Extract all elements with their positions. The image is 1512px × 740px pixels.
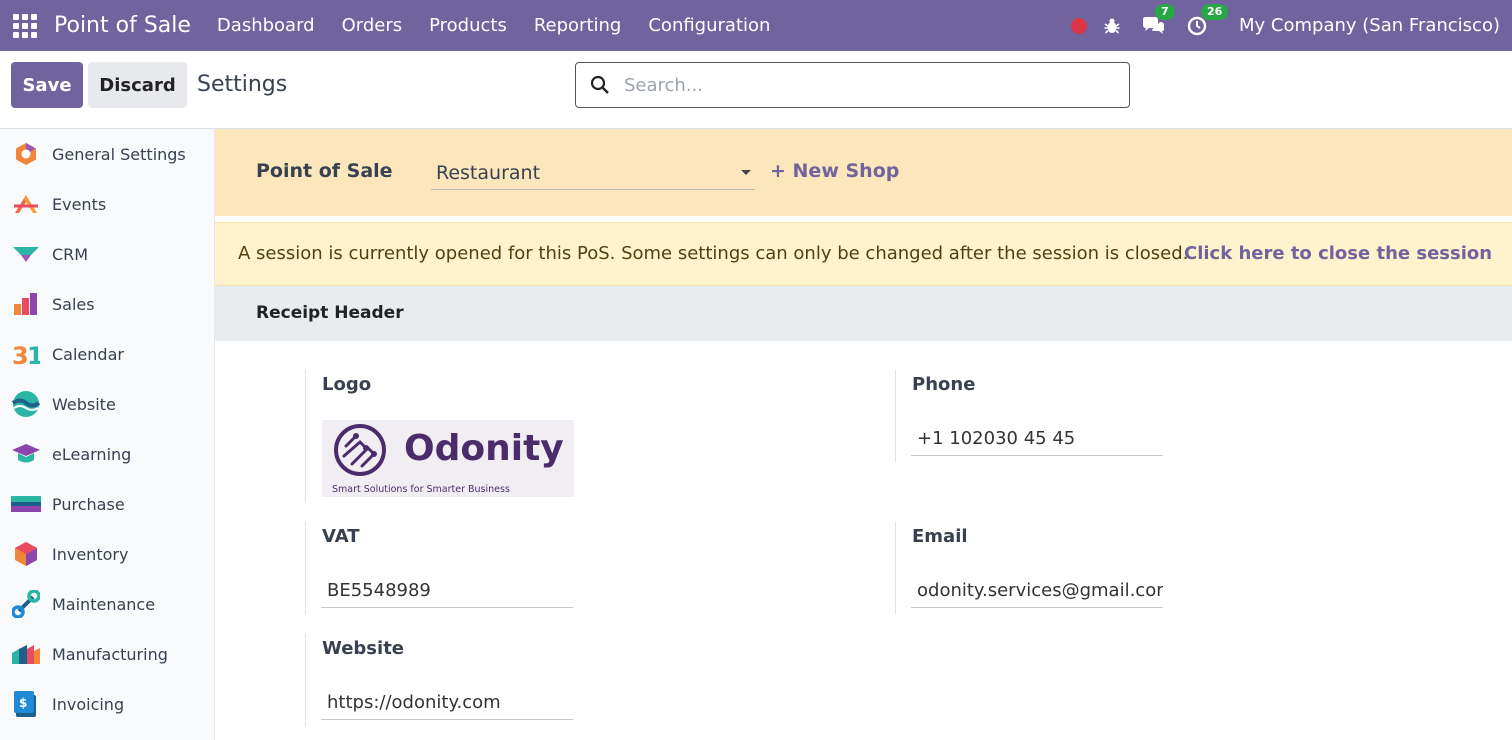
sidebar-item-label: Inventory [52, 544, 129, 564]
email-value: odonity.services@gmail.com [917, 580, 1163, 601]
general-settings-icon [0, 142, 52, 166]
calendar-icon: 31 [0, 341, 52, 367]
sidebar-item-label: Manufacturing [52, 644, 168, 664]
sidebar-item-label: Sales [52, 294, 95, 314]
sidebar-item-label: eLearning [52, 444, 132, 464]
recording-indicator-icon[interactable] [1071, 17, 1088, 34]
maintenance-icon [0, 590, 52, 618]
sidebar-item-calendar[interactable]: 31 Calendar [0, 329, 214, 379]
sidebar-item-maintenance[interactable]: Maintenance [0, 579, 214, 629]
manufacturing-icon [0, 643, 52, 665]
svg-text:1: 1 [27, 342, 40, 367]
page-title: Settings [197, 72, 288, 97]
purchase-icon [0, 494, 52, 514]
close-session-link[interactable]: Click here to close the session [1184, 243, 1492, 264]
inventory-icon [0, 541, 52, 567]
sidebar-item-purchase[interactable]: Purchase [0, 479, 214, 529]
sidebar-item-sales[interactable]: Sales [0, 279, 214, 329]
sidebar-item-events[interactable]: Events [0, 179, 214, 229]
website-icon [0, 390, 52, 418]
app-brand[interactable]: Point of Sale [54, 13, 191, 38]
website-input[interactable]: https://odonity.com [321, 688, 573, 720]
sidebar-item-label: Events [52, 194, 107, 214]
company-switcher[interactable]: My Company (San Francisco) [1239, 15, 1500, 36]
sidebar-item-inventory[interactable]: Inventory [0, 529, 214, 579]
sidebar-item-label: Purchase [52, 494, 125, 514]
sales-icon [0, 292, 52, 316]
menu-reporting[interactable]: Reporting [534, 15, 622, 36]
shop-label: Point of Sale [256, 160, 393, 182]
shop-select[interactable]: Restaurant [431, 156, 755, 190]
sidebar-item-website[interactable]: Website [0, 379, 214, 429]
sidebar-item-label: Calendar [52, 344, 124, 364]
phone-field: Phone +1 102030 45 45 [895, 370, 1295, 462]
search-input[interactable] [624, 74, 1129, 96]
activities-count-badge: 26 [1201, 3, 1229, 20]
logo-wordmark: Odonity [404, 428, 564, 469]
phone-input[interactable]: +1 102030 45 45 [911, 424, 1163, 456]
vat-label: VAT [322, 526, 360, 547]
vat-field: VAT BE5548989 [305, 522, 865, 614]
save-button[interactable]: Save [11, 62, 83, 108]
activities-clock-icon[interactable]: 26 [1187, 3, 1229, 36]
sidebar-item-general-settings[interactable]: General Settings [0, 129, 214, 179]
svg-text:$: $ [19, 696, 27, 710]
section-header: Receipt Header [215, 286, 1512, 341]
app-menu-icon[interactable] [0, 4, 50, 48]
phone-value: +1 102030 45 45 [917, 428, 1076, 449]
menu-orders[interactable]: Orders [342, 15, 403, 36]
website-value: https://odonity.com [327, 692, 501, 713]
logo-tagline: Smart Solutions for Smarter Business [332, 484, 510, 495]
logo-field: Logo Odonity Smart Solutions for Smarter… [305, 370, 865, 503]
sidebar-item-label: Maintenance [52, 594, 156, 614]
elearning-icon [0, 442, 52, 466]
discard-button[interactable]: Discard [88, 62, 187, 108]
settings-main: Point of Sale Restaurant + New Shop A se… [215, 129, 1512, 740]
messages-count-badge: 7 [1155, 3, 1175, 20]
chevron-down-icon [741, 170, 751, 175]
sidebar-item-manufacturing[interactable]: Manufacturing [0, 629, 214, 679]
search-icon [576, 75, 624, 95]
vat-input[interactable]: BE5548989 [321, 576, 573, 608]
events-icon [0, 193, 52, 215]
email-input[interactable]: odonity.services@gmail.com [911, 576, 1163, 608]
debug-bug-icon[interactable] [1103, 17, 1121, 35]
session-open-alert: A session is currently opened for this P… [215, 222, 1512, 286]
new-shop-button[interactable]: + New Shop [770, 160, 899, 182]
phone-label: Phone [912, 374, 976, 395]
invoicing-icon: $ [0, 690, 52, 718]
sidebar-item-label: General Settings [52, 144, 186, 164]
section-title: Receipt Header [256, 303, 404, 323]
alert-message: A session is currently opened for this P… [238, 243, 1189, 264]
sidebar-item-elearning[interactable]: eLearning [0, 429, 214, 479]
menu-products[interactable]: Products [429, 15, 507, 36]
crm-icon [0, 244, 52, 264]
menu-configuration[interactable]: Configuration [648, 15, 770, 36]
sidebar-item-label: Website [52, 394, 116, 414]
search-box[interactable] [575, 62, 1130, 108]
email-label: Email [912, 526, 968, 547]
vat-value: BE5548989 [327, 580, 431, 601]
control-panel: Save Discard Settings [0, 51, 1512, 129]
settings-sidebar: General Settings Events CRM Sales 31 Cal… [0, 129, 215, 740]
sidebar-item-label: Invoicing [52, 694, 125, 714]
sidebar-item-label: CRM [52, 244, 89, 264]
shop-selector-bar: Point of Sale Restaurant + New Shop [215, 129, 1512, 216]
website-label: Website [322, 638, 405, 659]
email-field: Email odonity.services@gmail.com [895, 522, 1295, 614]
company-logo-image[interactable]: Odonity Smart Solutions for Smarter Busi… [322, 420, 574, 497]
messages-icon[interactable]: 7 [1141, 3, 1175, 36]
shop-select-value: Restaurant [436, 161, 541, 184]
top-navbar: Point of Sale Dashboard Orders Products … [0, 0, 1512, 51]
website-field: Website https://odonity.com [305, 634, 865, 726]
menu-dashboard[interactable]: Dashboard [217, 15, 315, 36]
sidebar-item-crm[interactable]: CRM [0, 229, 214, 279]
logo-label: Logo [322, 374, 372, 395]
sidebar-item-invoicing[interactable]: $ Invoicing [0, 679, 214, 729]
